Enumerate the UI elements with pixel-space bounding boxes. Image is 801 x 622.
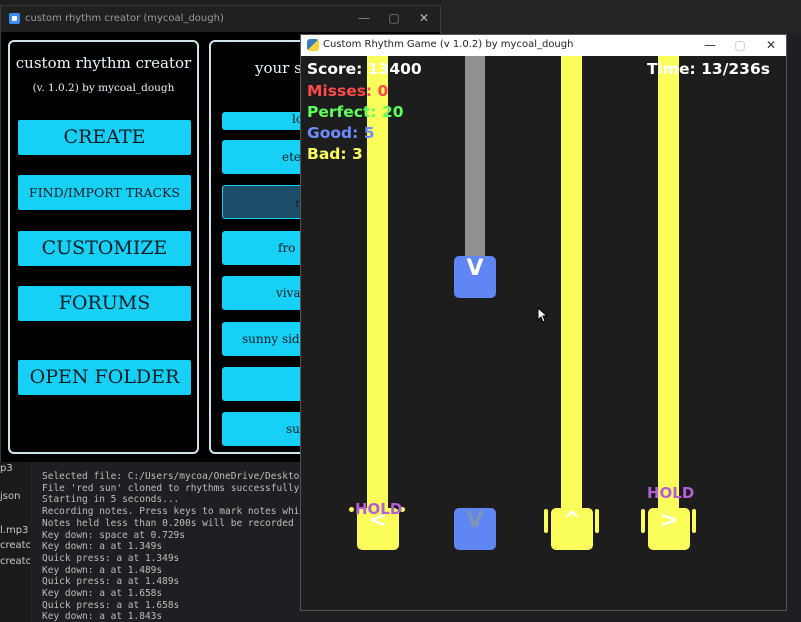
hit-spark [641, 509, 645, 533]
mouse-cursor-icon [537, 307, 549, 323]
terminal-line: Quick press: a at 1.658s [42, 599, 180, 611]
terminal-line: Recording notes. Press keys to mark note… [42, 506, 301, 518]
terminal-line: Starting in 5 seconds... [42, 494, 180, 506]
tracks-panel: your s lo ete r fro viva sunny sid su [209, 40, 309, 454]
receptor-up: ^ [551, 508, 593, 550]
create-button[interactable]: CREATE [18, 120, 191, 155]
score-text: Score: 13400 [307, 60, 422, 78]
track-item[interactable] [222, 367, 307, 401]
terminal-line: Quick press: a at 1.489s [42, 576, 180, 588]
sidebar-file[interactable]: json [0, 491, 20, 502]
track-item[interactable]: viva [222, 276, 307, 310]
falling-note-down: V [454, 256, 496, 298]
creator-window-title: custom rhythm creator (mycoal_dough) [25, 13, 224, 24]
hit-spark [595, 509, 599, 533]
hit-spark [544, 509, 548, 533]
file-explorer-sidebar: p3 json l.mp3 creator. creator. [0, 455, 38, 622]
close-button[interactable]: ✕ [416, 11, 432, 25]
find-import-tracks-button[interactable]: FIND/IMPORT TRACKS [18, 175, 191, 210]
track-item[interactable]: ete [222, 140, 307, 174]
game-window-title: Custom Rhythm Game (v 1.0.2) by mycoal_d… [323, 39, 574, 50]
terminal-line: Quick press: a at 1.349s [42, 552, 180, 564]
maximize-button[interactable]: ▢ [732, 38, 748, 52]
terminal-line: Key down: a at 1.658s [42, 588, 163, 600]
misses-text: Misses: 0 [307, 82, 389, 100]
bad-text: Bad: 3 [307, 145, 363, 163]
close-button[interactable]: ✕ [763, 38, 779, 52]
track-item[interactable]: fro [222, 231, 307, 265]
sidebar-file[interactable]: p3 [0, 463, 13, 474]
app-icon [9, 13, 20, 24]
app-heading: custom rhythm creator [15, 54, 192, 72]
minimize-button[interactable]: — [356, 11, 372, 25]
background-toolbar [441, 0, 801, 34]
hold-trail-down [465, 56, 485, 261]
creator-titlebar[interactable]: custom rhythm creator (mycoal_dough) — ▢… [1, 6, 440, 32]
perfect-text: Perfect: 20 [307, 103, 404, 121]
maximize-button[interactable]: ▢ [386, 11, 402, 25]
python-icon [307, 39, 319, 51]
hold-trail-up [561, 56, 582, 513]
game-titlebar[interactable]: Custom Rhythm Game (v 1.0.2) by mycoal_d… [301, 35, 786, 56]
time-text: Time: 13/236s [647, 60, 770, 78]
hold-label-right: HOLD [647, 484, 695, 502]
terminal-line: Key down: a at 1.489s [42, 564, 163, 576]
good-text: Good: 5 [307, 124, 375, 142]
terminal-line: Selected file: C:/Users/mycoa/OneDrive/D… [42, 471, 301, 482]
hit-spark [349, 507, 354, 512]
track-item-selected[interactable]: r [222, 185, 307, 219]
terminal-line: Key down: a at 1.843s [42, 611, 163, 622]
receptor-down: V [454, 508, 496, 550]
track-item[interactable]: sunny sid [222, 322, 307, 356]
track-item[interactable]: lo [222, 112, 307, 130]
main-menu-panel: custom rhythm creator (v. 1.0.2) by myco… [8, 40, 199, 454]
hold-label-left: HOLD [355, 500, 403, 518]
terminal-line: Key down: space at 0.729s [42, 529, 185, 541]
open-folder-button[interactable]: OPEN FOLDER [18, 360, 191, 395]
hold-trail-right [658, 56, 679, 513]
terminal-line: File 'red sun' cloned to rhythms success… [42, 482, 301, 494]
receptor-right: > [648, 508, 690, 550]
customize-button[interactable]: CUSTOMIZE [18, 231, 191, 266]
minimize-button[interactable]: — [702, 38, 718, 52]
sidebar-file[interactable]: l.mp3 [0, 525, 28, 536]
terminal-output[interactable]: Selected file: C:/Users/mycoa/OneDrive/D… [30, 462, 301, 622]
forums-button[interactable]: FORUMS [18, 286, 191, 321]
game-canvas[interactable]: V < V ^ > HOLD HOLD Score: 13400 Misses:… [301, 56, 786, 610]
terminal-line: Key down: a at 1.349s [42, 541, 163, 553]
track-item[interactable]: su [222, 412, 307, 446]
tracks-heading: your s [255, 59, 302, 77]
hit-spark [692, 509, 696, 533]
version-label: (v. 1.0.2) by mycoal_dough [32, 82, 175, 94]
terminal-line: Notes held less than 0.200s will be reco… [42, 517, 301, 529]
